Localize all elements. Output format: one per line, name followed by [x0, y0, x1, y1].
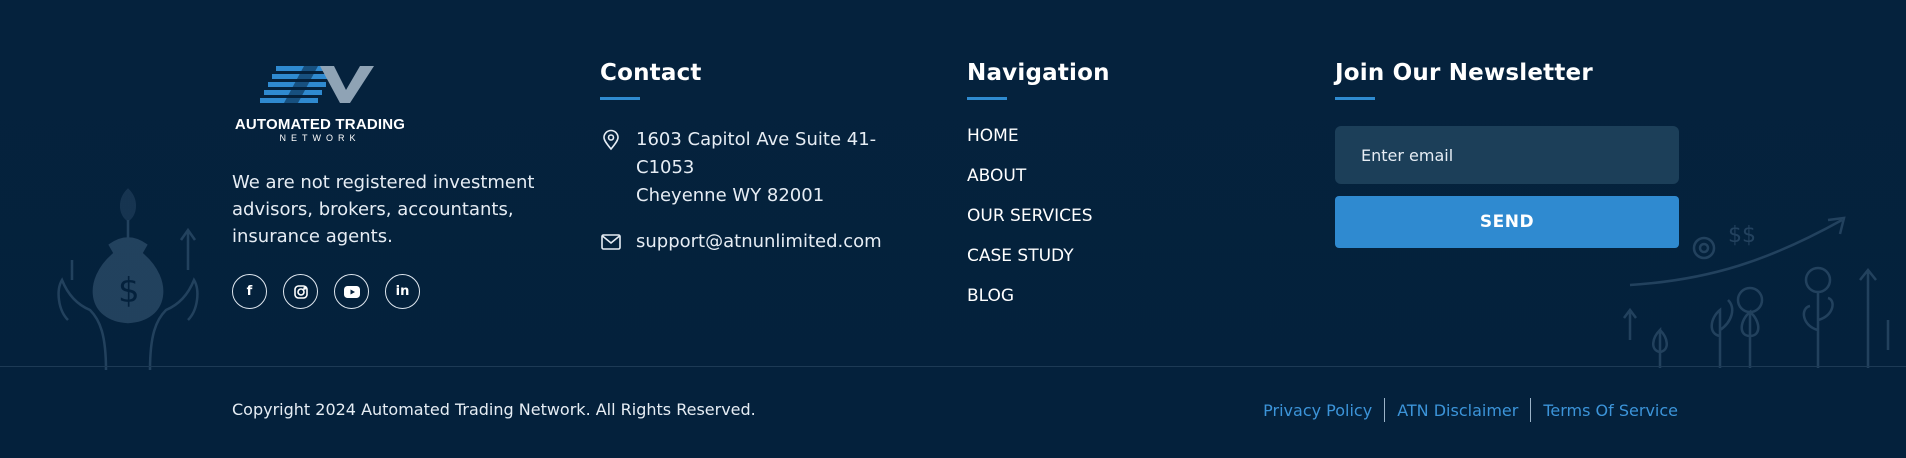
nav-link-blog[interactable]: BLOG	[967, 286, 1217, 308]
copyright-text: Copyright 2024 Automated Trading Network…	[232, 400, 756, 419]
heading-underline	[967, 97, 1007, 100]
site-footer: $ $$ AUTOMATED TRADING NETWORK We are no…	[0, 0, 1906, 458]
newsletter-email-input[interactable]	[1335, 126, 1679, 184]
nav-link-case-study[interactable]: CASE STUDY	[967, 246, 1217, 268]
navigation-column: Navigation HOME ABOUT OUR SERVICES CASE …	[967, 60, 1217, 326]
newsletter-send-button[interactable]: SEND	[1335, 196, 1679, 248]
atn-disclaimer-link[interactable]: ATN Disclaimer	[1385, 401, 1530, 420]
heading-underline	[1335, 97, 1375, 100]
location-pin-icon	[603, 129, 619, 151]
terms-of-service-link[interactable]: Terms Of Service	[1531, 401, 1678, 420]
linkedin-glyph: in	[395, 284, 410, 299]
address-text: 1603 Capitol Ave Suite 41- C1053 Cheyenn…	[636, 126, 940, 210]
social-links: f in	[232, 274, 562, 309]
youtube-icon[interactable]	[334, 274, 369, 309]
logo-subtitle: NETWORK	[279, 133, 361, 143]
brand-column: AUTOMATED TRADING NETWORK We are not reg…	[232, 60, 562, 309]
contact-column: Contact 1603 Capitol Ave Suite 41- C1053…	[600, 60, 940, 274]
newsletter-heading: Join Our Newsletter	[1335, 60, 1593, 86]
nav-link-our-services[interactable]: OUR SERVICES	[967, 206, 1217, 228]
brand-disclaimer-text: We are not registered investment advisor…	[232, 172, 535, 247]
contact-heading: Contact	[600, 60, 702, 86]
address-line-2: Cheyenne WY 82001	[636, 185, 825, 206]
legal-links: Privacy Policy ATN Disclaimer Terms Of S…	[1251, 398, 1678, 422]
navigation-heading: Navigation	[967, 60, 1110, 86]
support-email-link[interactable]: support@atnunlimited.com	[636, 228, 882, 256]
heading-underline	[600, 97, 640, 100]
address-row: 1603 Capitol Ave Suite 41- C1053 Cheyenn…	[600, 126, 940, 210]
mail-icon	[601, 234, 621, 250]
privacy-policy-link[interactable]: Privacy Policy	[1251, 401, 1384, 420]
facebook-glyph: f	[246, 284, 253, 299]
logo-wordmark: AUTOMATED TRADING	[234, 116, 406, 133]
nav-link-home[interactable]: HOME	[967, 126, 1217, 148]
nav-link-about[interactable]: ABOUT	[967, 166, 1217, 188]
svg-text:$$: $$	[1728, 223, 1756, 248]
linkedin-icon[interactable]: in	[385, 274, 420, 309]
newsletter-column: Join Our Newsletter SEND	[1335, 60, 1679, 248]
instagram-icon[interactable]	[283, 274, 318, 309]
money-bag-hands-illustration: $	[48, 170, 208, 370]
email-row: support@atnunlimited.com	[600, 228, 940, 256]
address-line-1: 1603 Capitol Ave Suite 41- C1053	[636, 129, 877, 178]
facebook-icon[interactable]: f	[232, 274, 267, 309]
footer-divider	[0, 366, 1906, 367]
svg-text:$: $	[118, 271, 140, 311]
